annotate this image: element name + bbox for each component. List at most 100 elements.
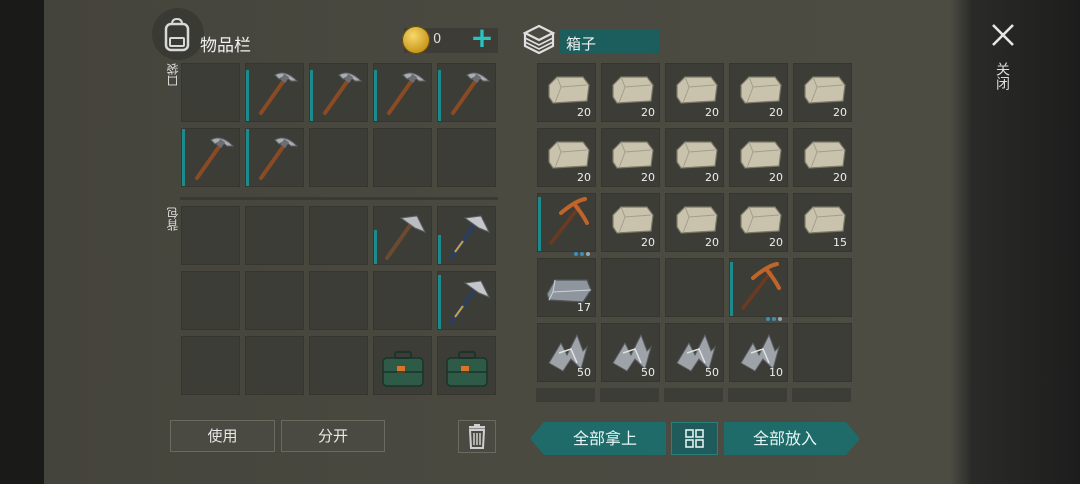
chest-slot[interactable]	[537, 193, 596, 256]
pickaxe-icon	[259, 137, 299, 180]
split-button[interactable]: 分开	[281, 420, 385, 452]
chest-slot[interactable]: 20	[537, 128, 596, 187]
durability-bar	[374, 230, 377, 264]
put-all-label: 全部放入	[752, 429, 817, 448]
case-icon	[382, 351, 424, 387]
chest-slot[interactable]: 20	[793, 63, 852, 122]
backpack-slot[interactable]	[373, 271, 432, 330]
chest-slot[interactable]	[729, 258, 788, 321]
backpack-slot[interactable]	[437, 271, 496, 330]
close-icon[interactable]	[988, 20, 1018, 50]
chest-slot[interactable]: 20	[729, 128, 788, 187]
use-button[interactable]: 使用	[170, 420, 275, 452]
chest-slot[interactable]: 20	[601, 63, 660, 122]
chest-name: 箱子	[566, 35, 597, 53]
pickaxe-icon	[195, 137, 235, 180]
plus-icon[interactable]: +	[468, 24, 496, 52]
pocket-slot[interactable]	[309, 63, 368, 122]
item-count: 50	[641, 366, 655, 379]
close-label[interactable]: 关闭	[992, 62, 1012, 90]
item-count: 20	[705, 106, 719, 119]
chest-slot[interactable]	[793, 323, 852, 382]
chest-slot[interactable]	[601, 258, 660, 317]
chest-slot[interactable]: 17	[537, 258, 596, 317]
backpack-slot[interactable]	[373, 206, 432, 265]
chest-slot[interactable]: 50	[601, 323, 660, 382]
inventory-title: 物品栏	[200, 36, 251, 56]
chest-slot[interactable]: 20	[601, 128, 660, 187]
item-count: 50	[577, 366, 591, 379]
item-count: 15	[833, 236, 847, 249]
chest-slot[interactable]: 20	[729, 63, 788, 122]
chest-slot[interactable]: 20	[793, 128, 852, 187]
item-count: 20	[705, 171, 719, 184]
chest-slot[interactable]	[793, 258, 852, 317]
pocket-slot[interactable]	[437, 63, 496, 122]
durability-bar	[246, 70, 249, 121]
durability-bar	[310, 70, 313, 121]
pocket-slot[interactable]	[245, 128, 304, 187]
chest-slot[interactable]: 50	[537, 323, 596, 382]
durability-bar	[374, 70, 377, 121]
backpack-slot[interactable]	[181, 271, 240, 330]
coin-icon	[402, 26, 430, 54]
item-count: 20	[641, 171, 655, 184]
quality-dots	[574, 241, 592, 256]
backpack-slot[interactable]	[245, 271, 304, 330]
pocket-slot[interactable]	[373, 128, 432, 187]
item-count: 20	[769, 106, 783, 119]
chest-slot[interactable]: 20	[665, 193, 724, 252]
durability-bar	[438, 235, 441, 264]
durability-bar	[438, 70, 441, 121]
trash-icon	[468, 424, 486, 449]
hatchet-icon	[385, 215, 427, 260]
chest-slot[interactable]: 20	[537, 63, 596, 122]
durability-bar	[246, 129, 249, 186]
chest-slot[interactable]	[665, 258, 724, 317]
item-count: 10	[769, 366, 783, 379]
item-count: 20	[641, 106, 655, 119]
pickaxe-icon	[323, 72, 363, 115]
chest-slot[interactable]: 50	[665, 323, 724, 382]
backpack-slot[interactable]	[309, 206, 368, 265]
backpack-slot[interactable]	[437, 336, 496, 395]
backpack-slot[interactable]	[437, 206, 496, 265]
pocket-slot[interactable]	[309, 128, 368, 187]
backpack-slot[interactable]	[373, 336, 432, 395]
hatchet-blue-icon	[448, 215, 491, 261]
pocket-slot[interactable]	[181, 63, 240, 122]
backpack-slot[interactable]	[245, 336, 304, 395]
pocket-label: 口袋	[166, 63, 180, 87]
backpack-slot[interactable]	[309, 336, 368, 395]
section-divider	[180, 197, 498, 200]
pocket-slot[interactable]	[245, 63, 304, 122]
durability-bar	[438, 275, 441, 329]
chest-slot[interactable]: 20	[665, 63, 724, 122]
coin-amount: 0	[433, 32, 442, 47]
backpack-slot[interactable]	[309, 271, 368, 330]
chest-next-row-peek	[536, 388, 856, 402]
pocket-slot[interactable]	[373, 63, 432, 122]
chest-slot[interactable]: 20	[665, 128, 724, 187]
durability-bar	[730, 262, 733, 316]
item-count: 20	[769, 171, 783, 184]
backpack-slot[interactable]	[181, 206, 240, 265]
item-count: 20	[577, 171, 591, 184]
pickaxe-icon	[387, 72, 427, 115]
item-count: 50	[705, 366, 719, 379]
backpack-slot[interactable]	[245, 206, 304, 265]
item-count: 20	[577, 106, 591, 119]
chest-slot[interactable]: 20	[729, 193, 788, 252]
chest-slot[interactable]: 10	[729, 323, 788, 382]
pickaxe-icon	[259, 72, 299, 115]
item-count: 20	[833, 106, 847, 119]
pocket-slot[interactable]	[181, 128, 240, 187]
durability-bar	[538, 197, 541, 251]
item-count: 20	[705, 236, 719, 249]
backpack-slot[interactable]	[181, 336, 240, 395]
chest-slot[interactable]: 20	[601, 193, 660, 252]
trash-button[interactable]	[458, 420, 496, 453]
pocket-slot[interactable]	[437, 128, 496, 187]
chest-slot[interactable]: 15	[793, 193, 852, 252]
sort-button[interactable]	[671, 422, 718, 455]
